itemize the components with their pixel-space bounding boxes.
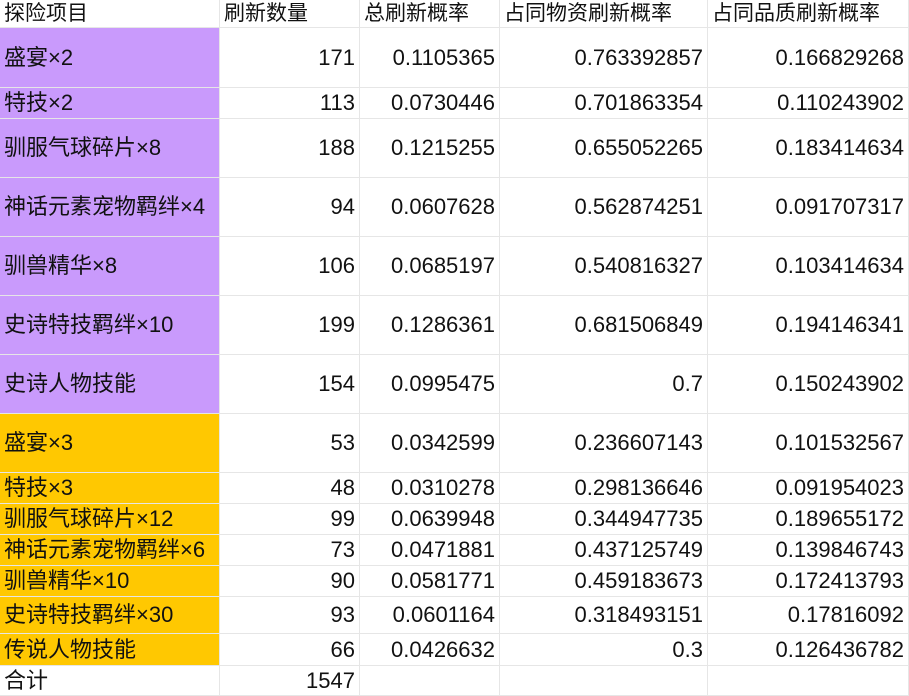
cell-same-quality-rate[interactable]: 0.110243902 <box>708 88 909 119</box>
header-item[interactable]: 探险项目 <box>0 0 220 28</box>
cell-same-resource-rate[interactable]: 0.459183673 <box>500 566 708 597</box>
cell-item[interactable]: 驯服气球碎片×12 <box>0 504 220 535</box>
cell-item[interactable]: 盛宴×2 <box>0 28 220 88</box>
cell-total-rate[interactable]: 0.0342599 <box>360 414 500 473</box>
cell-same-quality-rate[interactable]: 0.172413793 <box>708 566 909 597</box>
cell-same-quality-rate[interactable]: 0.103414634 <box>708 237 909 296</box>
cell-item[interactable]: 传说人物技能 <box>0 634 220 666</box>
cell-same-quality-rate[interactable]: 0.17816092 <box>708 597 909 634</box>
empty-cell[interactable] <box>360 666 500 696</box>
cell-total-rate[interactable]: 0.0426632 <box>360 634 500 666</box>
total-label[interactable]: 合计 <box>0 666 220 696</box>
cell-count[interactable]: 106 <box>220 237 360 296</box>
cell-same-quality-rate[interactable]: 0.183414634 <box>708 119 909 178</box>
cell-count[interactable]: 73 <box>220 535 360 566</box>
header-same-resource-rate[interactable]: 占同物资刷新概率 <box>500 0 708 28</box>
cell-same-quality-rate[interactable]: 0.139846743 <box>708 535 909 566</box>
cell-count[interactable]: 48 <box>220 473 360 504</box>
cell-same-quality-rate[interactable]: 0.101532567 <box>708 414 909 473</box>
cell-total-rate[interactable]: 0.0471881 <box>360 535 500 566</box>
cell-total-rate[interactable]: 0.0310278 <box>360 473 500 504</box>
header-count[interactable]: 刷新数量 <box>220 0 360 28</box>
cell-item[interactable]: 神话元素宠物羁绊×4 <box>0 178 220 237</box>
cell-item[interactable]: 史诗特技羁绊×30 <box>0 597 220 634</box>
cell-same-quality-rate[interactable]: 0.150243902 <box>708 355 909 414</box>
cell-same-resource-rate[interactable]: 0.681506849 <box>500 296 708 355</box>
cell-item[interactable]: 史诗人物技能 <box>0 355 220 414</box>
cell-same-resource-rate[interactable]: 0.437125749 <box>500 535 708 566</box>
cell-count[interactable]: 90 <box>220 566 360 597</box>
header-same-quality-rate[interactable]: 占同品质刷新概率 <box>708 0 909 28</box>
cell-same-resource-rate[interactable]: 0.344947735 <box>500 504 708 535</box>
cell-total-rate[interactable]: 0.0601164 <box>360 597 500 634</box>
cell-count[interactable]: 99 <box>220 504 360 535</box>
cell-count[interactable]: 154 <box>220 355 360 414</box>
cell-total-rate[interactable]: 0.0685197 <box>360 237 500 296</box>
cell-item[interactable]: 盛宴×3 <box>0 414 220 473</box>
cell-same-quality-rate[interactable]: 0.166829268 <box>708 28 909 88</box>
cell-total-rate[interactable]: 0.1286361 <box>360 296 500 355</box>
cell-same-resource-rate[interactable]: 0.562874251 <box>500 178 708 237</box>
cell-item[interactable]: 特技×3 <box>0 473 220 504</box>
cell-count[interactable]: 188 <box>220 119 360 178</box>
header-total-rate[interactable]: 总刷新概率 <box>360 0 500 28</box>
spreadsheet: 探险项目 刷新数量 总刷新概率 占同物资刷新概率 占同品质刷新概率 盛宴×2 171 0.11… <box>0 0 909 696</box>
cell-same-resource-rate[interactable]: 0.655052265 <box>500 119 708 178</box>
cell-count[interactable]: 53 <box>220 414 360 473</box>
cell-same-quality-rate[interactable]: 0.194146341 <box>708 296 909 355</box>
cell-total-rate[interactable]: 0.0995475 <box>360 355 500 414</box>
empty-cell[interactable] <box>708 666 909 696</box>
cell-same-resource-rate[interactable]: 0.763392857 <box>500 28 708 88</box>
cell-total-rate[interactable]: 0.1215255 <box>360 119 500 178</box>
cell-count[interactable]: 93 <box>220 597 360 634</box>
cell-same-quality-rate[interactable]: 0.189655172 <box>708 504 909 535</box>
cell-same-quality-rate[interactable]: 0.126436782 <box>708 634 909 666</box>
cell-count[interactable]: 66 <box>220 634 360 666</box>
cell-count[interactable]: 94 <box>220 178 360 237</box>
empty-cell[interactable] <box>500 666 708 696</box>
cell-same-quality-rate[interactable]: 0.091954023 <box>708 473 909 504</box>
cell-same-resource-rate[interactable]: 0.318493151 <box>500 597 708 634</box>
cell-count[interactable]: 199 <box>220 296 360 355</box>
cell-item[interactable]: 驯服气球碎片×8 <box>0 119 220 178</box>
cell-total-rate[interactable]: 0.1105365 <box>360 28 500 88</box>
cell-item[interactable]: 特技×2 <box>0 88 220 119</box>
cell-total-rate[interactable]: 0.0581771 <box>360 566 500 597</box>
total-count[interactable]: 1547 <box>220 666 360 696</box>
cell-total-rate[interactable]: 0.0607628 <box>360 178 500 237</box>
cell-count[interactable]: 113 <box>220 88 360 119</box>
cell-total-rate[interactable]: 0.0730446 <box>360 88 500 119</box>
cell-same-resource-rate[interactable]: 0.701863354 <box>500 88 708 119</box>
cell-item[interactable]: 神话元素宠物羁绊×6 <box>0 535 220 566</box>
cell-same-quality-rate[interactable]: 0.091707317 <box>708 178 909 237</box>
cell-item[interactable]: 史诗特技羁绊×10 <box>0 296 220 355</box>
cell-same-resource-rate[interactable]: 0.540816327 <box>500 237 708 296</box>
cell-same-resource-rate[interactable]: 0.298136646 <box>500 473 708 504</box>
cell-item[interactable]: 驯兽精华×10 <box>0 566 220 597</box>
cell-total-rate[interactable]: 0.0639948 <box>360 504 500 535</box>
cell-same-resource-rate[interactable]: 0.7 <box>500 355 708 414</box>
cell-item[interactable]: 驯兽精华×8 <box>0 237 220 296</box>
cell-same-resource-rate[interactable]: 0.236607143 <box>500 414 708 473</box>
cell-count[interactable]: 171 <box>220 28 360 88</box>
cell-same-resource-rate[interactable]: 0.3 <box>500 634 708 666</box>
